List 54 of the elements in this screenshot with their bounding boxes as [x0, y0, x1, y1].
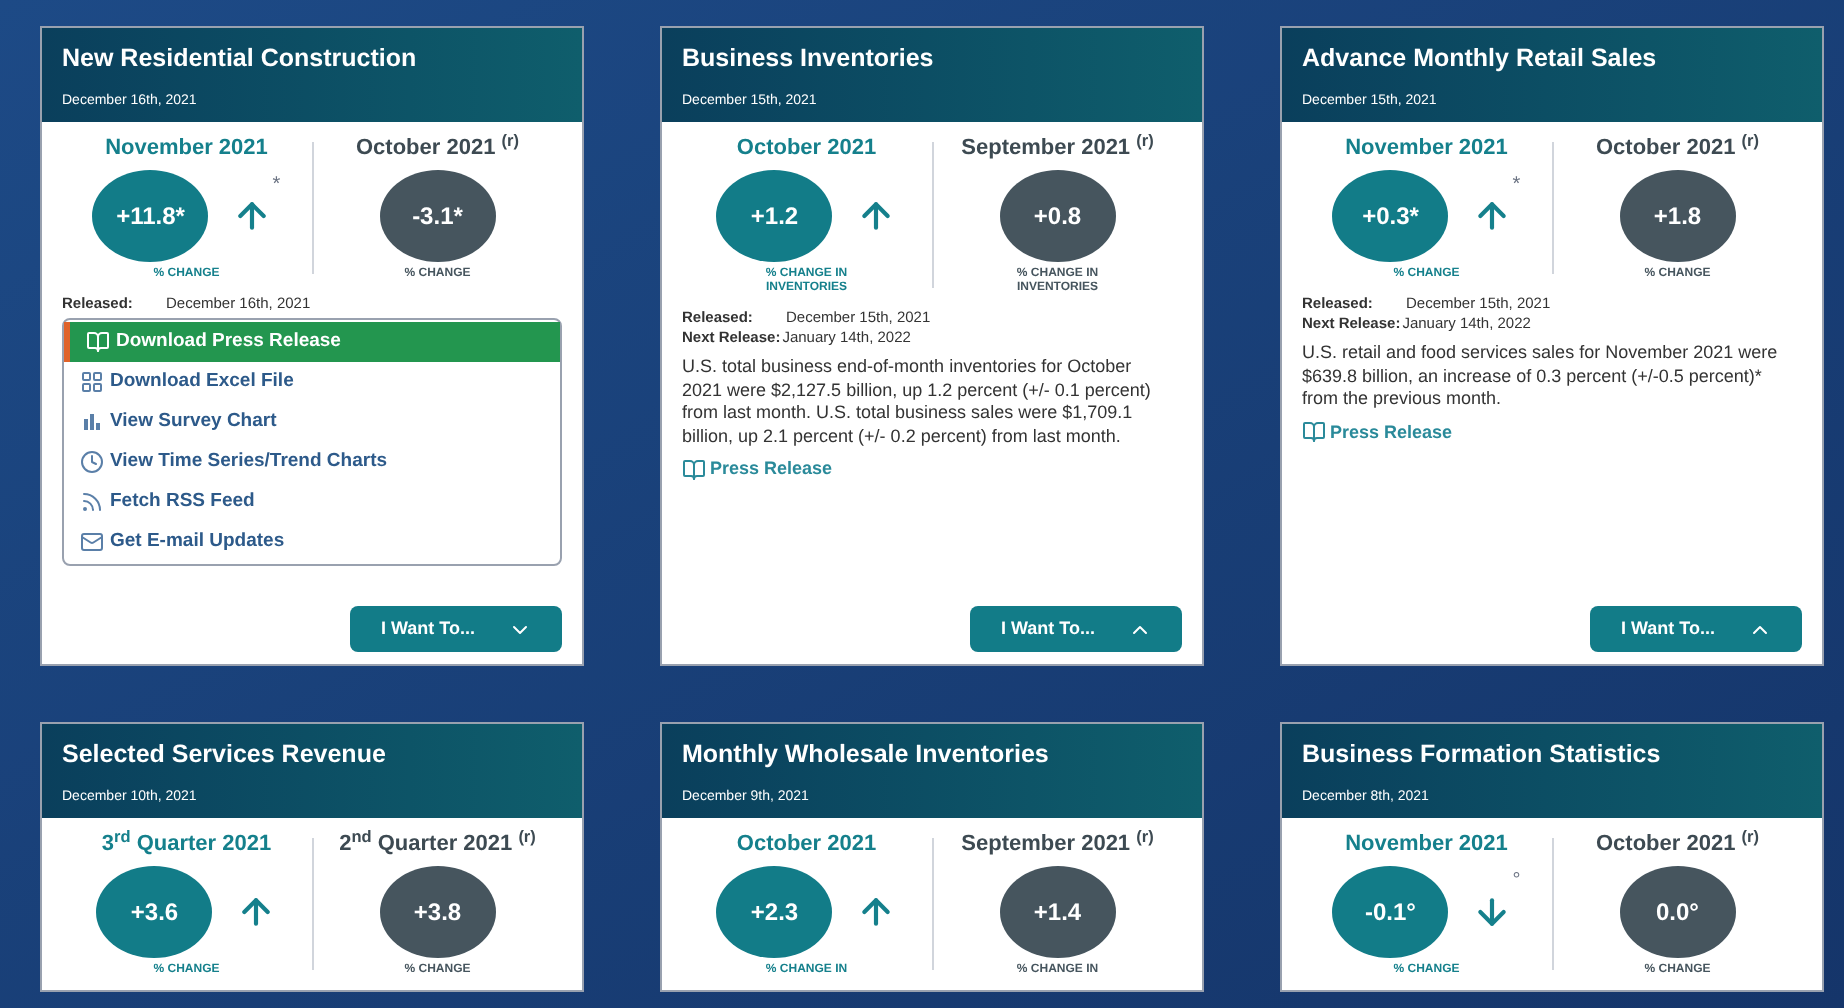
period-label: September 2021 $^{(r)}$	[961, 134, 1154, 162]
envelope-icon	[80, 530, 104, 554]
period-label: 2$^{nd}$ Quarter 2021 $^{(r)}$	[339, 830, 536, 858]
book-icon	[682, 457, 706, 482]
period-label: October 2021	[736, 134, 877, 162]
menu-item[interactable]: Download Excel File	[64, 362, 560, 402]
value-bubble-previous: +3.8	[379, 866, 496, 958]
grid-icon	[80, 370, 104, 394]
footnote-mark: *	[272, 172, 281, 200]
i-want-to-button[interactable]: I Want To...	[1590, 606, 1802, 652]
value-bubble-previous: +0.8	[999, 170, 1116, 262]
card-title: Advance Monthly Retail Sales	[1302, 42, 1659, 74]
press-release-link[interactable]: Press Release	[682, 456, 1182, 483]
menu-item[interactable]: View Survey Chart	[64, 402, 560, 442]
value-bubble: +2.3	[716, 866, 833, 958]
menu-item[interactable]: Download Press Release	[64, 322, 560, 362]
book-icon	[86, 330, 110, 354]
menu-item[interactable]: Fetch RSS Feed	[64, 482, 560, 522]
period-label: 3$^{rd}$ Quarter 2021	[101, 830, 272, 858]
footnote-mark: °	[1512, 868, 1521, 896]
card-title: Business Inventories	[682, 42, 936, 74]
bar-chart-icon	[80, 410, 104, 434]
value-bubble: -0.1°	[1332, 866, 1449, 958]
value-bubble: +11.8*	[92, 170, 209, 262]
period-label: October 2021 $^{(r)}$	[1596, 830, 1759, 858]
value-bubble: +0.3*	[1332, 170, 1449, 262]
card-title: Selected Services Revenue	[62, 738, 388, 770]
book-icon	[1302, 420, 1326, 445]
period-label: November 2021	[105, 134, 268, 162]
card-title: New Residential Construction	[62, 42, 419, 74]
value-bubble: +1.2	[716, 170, 833, 262]
period-label: November 2021	[1345, 134, 1508, 162]
period-label: October 2021 $^{(r)}$	[1596, 134, 1759, 162]
footnote-mark: *	[1512, 172, 1521, 200]
value-bubble-previous: +1.4	[999, 866, 1116, 958]
i-want-to-button[interactable]: I Want To...	[970, 606, 1182, 652]
period-label: September 2021 $^{(r)}$	[961, 830, 1154, 858]
clock-icon	[80, 450, 104, 474]
i-want-to-button[interactable]: I Want To...	[350, 606, 562, 652]
card-title: Monthly Wholesale Inventories	[682, 738, 1051, 770]
value-bubble-previous: 0.0°	[1619, 866, 1736, 958]
press-release-link[interactable]: Press Release	[1302, 419, 1802, 446]
period-label: October 2021	[736, 830, 877, 858]
value-bubble-previous: +1.8	[1619, 170, 1736, 262]
release-description: U.S. total business end-of-month inventories for October 2021 were $2,127.5 billion, up 1.2 percent (+/- 0.1 percent) from last month. U.S. total business sales were $1,709.1 billion, up 2.1 percent (+/- 0.2 percent) from last month.	[682, 356, 1153, 448]
release-description: U.S. retail and food services sales for November 2021 were $639.8 billion, an increase of 0.3 percent (+/-0.5 percent)* from the previous month.	[1302, 342, 1780, 411]
menu-item[interactable]: View Time Series/Trend Charts	[64, 442, 560, 482]
value-bubble-previous: -3.1*	[379, 170, 496, 262]
value-bubble: +3.6	[96, 866, 213, 958]
period-label: November 2021	[1345, 830, 1508, 858]
rss-icon	[80, 490, 104, 514]
card-title: Business Formation Statistics	[1302, 738, 1663, 770]
period-label: October 2021 $^{(r)}$	[356, 134, 519, 162]
menu-item[interactable]: Get E-mail Updates	[64, 522, 560, 562]
